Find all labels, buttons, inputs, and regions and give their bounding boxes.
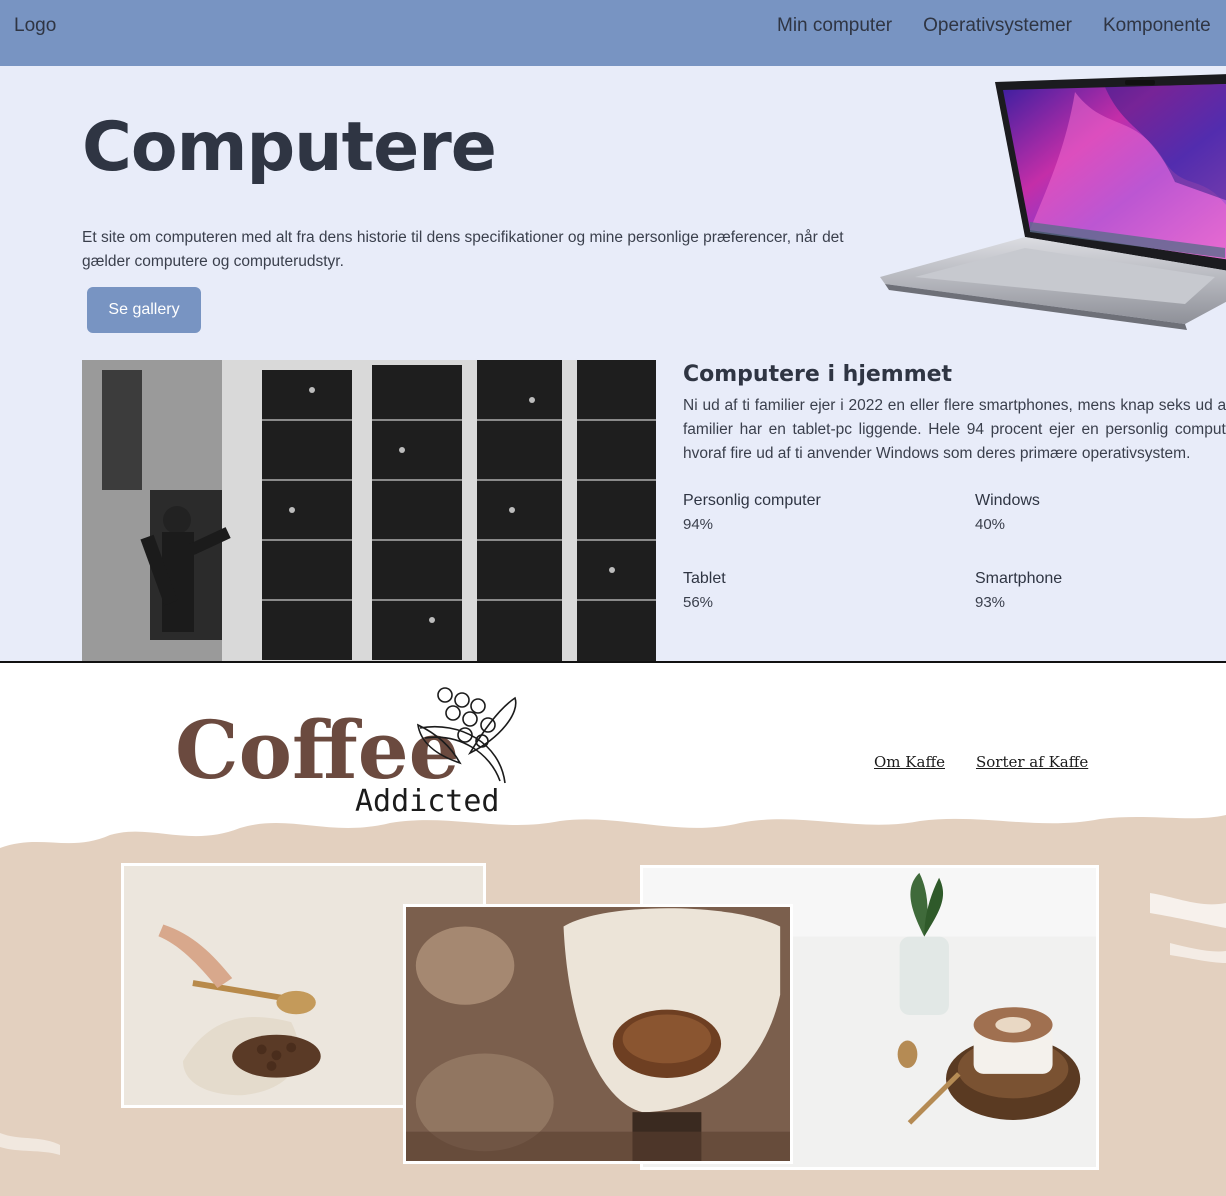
logo-word-addicted: Addicted xyxy=(355,784,500,818)
stat-tablet: Tablet 56% xyxy=(683,570,726,611)
section-heading: Computere i hjemmet xyxy=(683,362,953,387)
stat-value: 40% xyxy=(975,516,1006,533)
stat-windows: Windows 40% xyxy=(975,492,1040,533)
top-navbar: Logo Min computer Operativsystemer Kompo… xyxy=(0,0,1226,66)
section-text: Ni ud af ti familier ejer i 2022 en elle… xyxy=(683,397,1226,462)
stat-label: Windows xyxy=(975,492,1040,509)
stat-value: 94% xyxy=(683,516,714,533)
hero-description: Et site om computeren med alt fra dens h… xyxy=(82,229,844,270)
laptop-image xyxy=(880,74,1226,330)
stat-label: Tablet xyxy=(683,570,726,587)
gallery-button[interactable]: Se gallery xyxy=(87,287,201,333)
nav-links: Min computer Operativsystemer Komponente xyxy=(777,15,1211,37)
stat-value: 56% xyxy=(683,594,714,611)
coffee-nav: Om Kaffe Sorter af Kaffe xyxy=(874,753,1088,771)
logo-text[interactable]: Logo xyxy=(14,15,56,37)
stat-label: Personlig computer xyxy=(683,492,821,509)
logo-word-coffee: Coffee xyxy=(175,703,460,797)
nav-link-operativsystemer[interactable]: Operativsystemer xyxy=(923,15,1072,37)
pour-over-photo xyxy=(403,904,793,1164)
eniac-photo xyxy=(82,360,656,661)
nav-link-sorter-af-kaffe[interactable]: Sorter af Kaffe xyxy=(976,753,1088,771)
nav-link-komponenter[interactable]: Komponente xyxy=(1103,15,1211,37)
stat-smartphone: Smartphone 93% xyxy=(975,570,1062,611)
coffee-site: Coffee Addicted Om Kaffe Sorter af Kaffe xyxy=(0,663,1226,1196)
computere-site: Logo Min computer Operativsystemer Kompo… xyxy=(0,0,1226,661)
coffee-addicted-logo[interactable]: Coffee Addicted xyxy=(170,683,550,818)
stat-label: Smartphone xyxy=(975,570,1063,587)
stat-value: 93% xyxy=(975,594,1006,611)
page-title: Computere xyxy=(82,108,497,187)
stat-personlig-computer: Personlig computer 94% xyxy=(683,492,821,533)
nav-link-min-computer[interactable]: Min computer xyxy=(777,15,892,37)
nav-link-om-kaffe[interactable]: Om Kaffe xyxy=(874,753,945,771)
